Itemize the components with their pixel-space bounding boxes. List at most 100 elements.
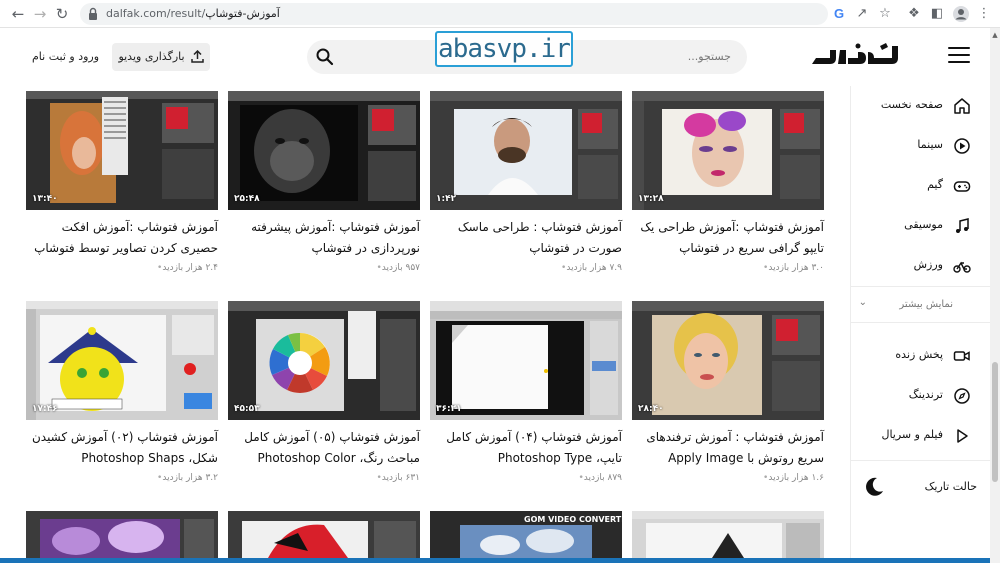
video-views: ۲.۴ هزار بازدید•: [157, 263, 218, 273]
bookmark-star-icon[interactable]: ☆: [875, 4, 895, 24]
sidebar-item-music[interactable]: موسیقی: [851, 210, 991, 240]
browser-toolbar: ← → ↻ dalfak.com/result/آموزش-فتوشاپ G ↗…: [0, 0, 1000, 28]
video-thumbnail[interactable]: ۱۷:۴۶: [26, 301, 218, 420]
video-title[interactable]: آموزش فتوشاپ :آموزش پیشرفته نورپردازی در…: [228, 217, 420, 259]
play-circle-icon: [954, 138, 970, 154]
video-thumbnail[interactable]: ۱۳:۲۸: [632, 91, 824, 210]
sidebar-item-label: صفحه نخست: [880, 98, 943, 111]
video-views-text: ۷.۹ هزار بازدید: [566, 263, 622, 273]
video-views-text: ۹۵۷ بازدید: [381, 263, 420, 273]
video-thumbnail[interactable]: ۳۶:۲۱: [430, 301, 622, 420]
scroll-up-arrow-icon[interactable]: ▲: [991, 31, 999, 39]
dark-mode-toggle[interactable]: حالت تاریک: [851, 472, 991, 502]
thumbnail-image: [430, 301, 622, 420]
upload-video-label: بارگذاری ویدیو: [118, 50, 185, 63]
sidebar-item-label: گیم: [927, 178, 943, 191]
video-views: ۸۷۹ بازدید•: [578, 473, 622, 483]
hamburger-menu-icon[interactable]: [948, 47, 970, 65]
video-thumbnail[interactable]: GOM VIDEO CONVERTER: [430, 511, 622, 558]
sidebar-item-home[interactable]: صفحه نخست: [851, 90, 991, 120]
video-duration: ۲۵:۴۸: [234, 194, 260, 204]
page-scrollbar[interactable]: [990, 28, 1000, 563]
dalfak-logo[interactable]: [808, 40, 904, 72]
sidebar-item-trending[interactable]: ترندینگ: [851, 380, 991, 410]
sidebar-item-label: سینما: [917, 138, 943, 151]
sidebar-item-cinema[interactable]: سینما: [851, 130, 991, 160]
video-title[interactable]: آموزش فتوشاپ :آموزش طراحی یک تایپو گرافی…: [632, 217, 824, 259]
video-title[interactable]: آموزش فتوشاپ :آموزش افکت حصیری کردن تصاو…: [26, 217, 218, 259]
extensions-puzzle-icon[interactable]: ❖: [904, 4, 924, 24]
sidebar-item-label: پخش زنده: [895, 348, 943, 361]
video-thumbnail[interactable]: [632, 511, 824, 558]
show-more-label: نمایش بیشتر: [899, 299, 953, 310]
side-panel-icon[interactable]: ◧: [927, 4, 947, 24]
thumbnail-image: [26, 511, 218, 558]
search-input[interactable]: جستجو...: [688, 50, 731, 63]
video-duration: ۱۷:۴۶: [32, 404, 58, 414]
upload-video-button[interactable]: بارگذاری ویدیو: [112, 43, 210, 71]
video-title[interactable]: آموزش فتوشاپ : طراحی ماسک صورت در فتوشاپ: [430, 217, 622, 259]
sidebar-divider: [851, 286, 991, 287]
thumbnail-image: [430, 91, 622, 210]
video-title[interactable]: آموزش فتوشاپ (۰۴) آموزش کامل تایپ، Photo…: [430, 427, 622, 469]
video-title[interactable]: آموزش فتوشاپ : آموزش ترفندهای سریع روتوش…: [632, 427, 824, 469]
thumbnail-image: [228, 511, 420, 558]
home-icon: [954, 98, 970, 114]
video-views-text: ۳.۰ هزار بازدید: [768, 263, 824, 273]
back-arrow-icon[interactable]: ←: [8, 4, 28, 24]
video-views-text: ۱.۶ هزار بازدید: [768, 473, 824, 483]
video-title[interactable]: آموزش فتوشاپ (۰۲) آموزش کشیدن شکل، Photo…: [26, 427, 218, 469]
gom-converter-text: GOM VIDEO CONVERTER: [524, 515, 622, 524]
sidebar-item-label: ترندینگ: [908, 388, 943, 401]
video-thumbnail[interactable]: ۱:۴۲: [430, 91, 622, 210]
video-duration: ۴۵:۵۳: [234, 404, 260, 414]
url-path: آموزش-فتوشاپ: [205, 7, 280, 20]
video-views: ۱.۶ هزار بازدید•: [763, 473, 824, 483]
address-bar[interactable]: dalfak.com/result/آموزش-فتوشاپ: [80, 3, 828, 25]
music-note-icon: [956, 218, 969, 233]
forward-arrow-icon[interactable]: →: [30, 4, 50, 24]
video-thumbnail[interactable]: [26, 511, 218, 558]
video-views: ۷.۹ هزار بازدید•: [561, 263, 622, 273]
sidebar-item-label: موسیقی: [904, 218, 943, 231]
login-register-link[interactable]: ورود و ثبت نام: [32, 50, 99, 63]
scrollbar-thumb[interactable]: [992, 362, 998, 482]
video-thumbnail[interactable]: ۱۳:۴۰: [26, 91, 218, 210]
dark-mode-label: حالت تاریک: [924, 480, 977, 493]
upload-icon: [190, 50, 204, 63]
video-views-text: ۶۳۱ بازدید: [381, 473, 420, 483]
video-views-text: ۳.۲ هزار بازدید: [162, 473, 218, 483]
thumbnail-image: [632, 511, 824, 558]
more-vertical-icon[interactable]: ⋮: [974, 4, 994, 24]
sidebar-item-sport[interactable]: ورزش: [851, 250, 991, 280]
bottom-progress-bar: [0, 558, 990, 563]
video-views-text: ۲.۴ هزار بازدید: [162, 263, 218, 273]
sidebar-item-movies-series[interactable]: فیلم و سریال: [851, 420, 991, 450]
video-thumbnail[interactable]: ۴۵:۵۳: [228, 301, 420, 420]
sidebar-item-live[interactable]: پخش زنده: [851, 340, 991, 370]
share-icon[interactable]: ↗: [852, 4, 872, 24]
compass-icon: [954, 388, 970, 404]
reload-icon[interactable]: ↻: [52, 4, 72, 24]
lock-icon: [89, 7, 97, 20]
video-thumbnail[interactable]: [228, 511, 420, 558]
video-thumbnail[interactable]: ۲۵:۴۸: [228, 91, 420, 210]
show-more-button[interactable]: نمایش بیشتر ⌄: [851, 294, 991, 318]
video-duration: ۳۶:۲۱: [436, 404, 462, 414]
video-duration: ۱۳:۲۸: [638, 194, 664, 204]
video-views: ۶۳۱ بازدید•: [376, 473, 420, 483]
thumbnail-image: [26, 91, 218, 210]
video-thumbnail[interactable]: ۲۸:۴۰: [632, 301, 824, 420]
google-lens-icon[interactable]: G: [834, 6, 844, 21]
sidebar-divider: [851, 460, 991, 461]
sidebar-item-label: ورزش: [913, 258, 943, 271]
sidebar-item-game[interactable]: گیم: [851, 170, 991, 200]
profile-avatar-icon[interactable]: [951, 4, 971, 24]
search-icon[interactable]: [315, 47, 335, 67]
bicycle-icon: [953, 261, 971, 273]
moon-icon[interactable]: [863, 476, 885, 498]
watermark-badge: abasvp.ir: [435, 31, 573, 67]
video-views: ۹۵۷ بازدید•: [376, 263, 420, 273]
video-duration: ۱۳:۴۰: [32, 194, 58, 204]
video-title[interactable]: آموزش فتوشاپ (۰۵) آموزش کامل مباحث رنگ، …: [228, 427, 420, 469]
